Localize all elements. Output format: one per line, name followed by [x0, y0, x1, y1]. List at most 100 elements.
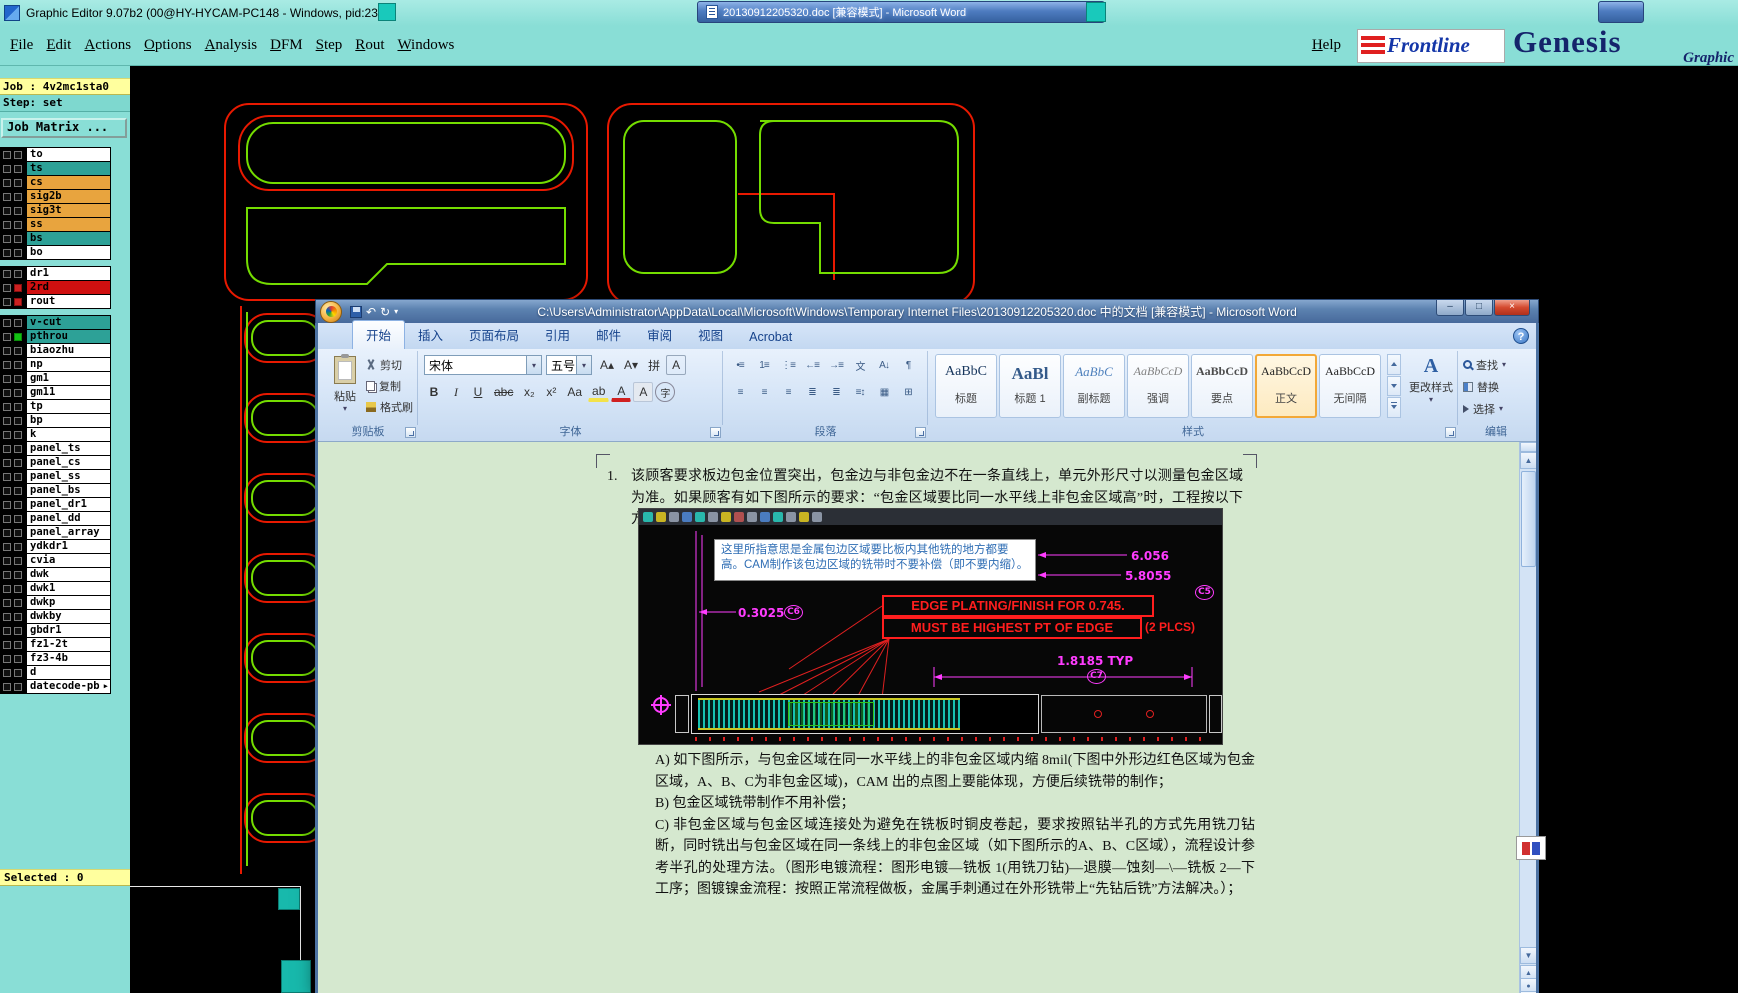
layer-row[interactable]: dr1: [0, 266, 111, 281]
layer-row[interactable]: v-cut: [0, 315, 111, 330]
layer-visibility-toggle[interactable]: [3, 500, 11, 509]
layer-row[interactable]: np: [0, 357, 111, 372]
paragraph-tool-button[interactable]: ¶: [897, 355, 919, 375]
taskbar-word-item[interactable]: 20130912205320.doc [兼容模式] - Microsoft Wo…: [697, 1, 1105, 23]
paragraph-tool-button[interactable]: ←≡: [801, 355, 823, 375]
layer-name[interactable]: dr1: [26, 266, 111, 281]
layer-visibility-toggle[interactable]: [3, 374, 11, 383]
font-tool-button[interactable]: A▾: [620, 355, 642, 375]
font-style-button[interactable]: U: [468, 382, 488, 402]
ribbon-tab[interactable]: 插入: [405, 321, 456, 349]
layer-active-toggle[interactable]: [14, 374, 22, 383]
menu-item[interactable]: Options: [144, 37, 192, 54]
layer-name[interactable]: panel_cs: [26, 455, 111, 470]
layer-name[interactable]: ydkdr1: [26, 539, 111, 554]
layer-active-toggle[interactable]: [14, 472, 22, 481]
layer-row[interactable]: sig3t: [0, 203, 111, 218]
layer-visibility-toggle[interactable]: [3, 206, 11, 215]
layer-visibility-toggle[interactable]: [3, 682, 11, 691]
font-dialog-launcher[interactable]: [710, 427, 721, 438]
layer-visibility-toggle[interactable]: [3, 248, 11, 257]
layer-active-toggle[interactable]: [14, 206, 22, 215]
layer-row[interactable]: to: [0, 147, 111, 162]
save-icon[interactable]: [350, 305, 362, 318]
font-style-button[interactable]: A: [611, 382, 632, 402]
layer-name[interactable]: bp: [26, 413, 111, 428]
layer-row[interactable]: bs: [0, 231, 111, 246]
layer-visibility-toggle[interactable]: [3, 556, 11, 565]
job-matrix-button[interactable]: Job Matrix ...: [1, 118, 127, 138]
font-style-button[interactable]: 字: [655, 382, 676, 402]
taskbar-minimized-icon-2[interactable]: [1086, 2, 1106, 22]
layer-active-toggle[interactable]: [14, 360, 22, 369]
layer-row[interactable]: biaozhu: [0, 343, 111, 358]
layer-active-toggle[interactable]: [14, 164, 22, 173]
font-style-button[interactable]: x²: [541, 382, 561, 402]
layer-row[interactable]: bp: [0, 413, 111, 428]
layer-name[interactable]: panel_dr1: [26, 497, 111, 512]
layer-visibility-toggle[interactable]: [3, 269, 11, 278]
layer-active-toggle[interactable]: [14, 248, 22, 257]
layer-visibility-toggle[interactable]: [3, 472, 11, 481]
layer-name[interactable]: sig3t: [26, 203, 111, 218]
ribbon-tab[interactable]: 邮件: [583, 321, 634, 349]
layer-row[interactable]: gbdr1: [0, 623, 111, 638]
layer-visibility-toggle[interactable]: [3, 178, 11, 187]
layer-row[interactable]: panel_cs: [0, 455, 111, 470]
layer-row[interactable]: d: [0, 665, 111, 680]
layer-row[interactable]: sig2b: [0, 189, 111, 204]
style-preset[interactable]: AaBbC 副标题: [1063, 354, 1125, 418]
layer-visibility-toggle[interactable]: [3, 388, 11, 397]
layer-name[interactable]: panel_dd: [26, 511, 111, 526]
layer-name[interactable]: cs: [26, 175, 111, 190]
layer-visibility-toggle[interactable]: [3, 584, 11, 593]
redo-icon[interactable]: ↻: [380, 305, 390, 319]
undo-icon[interactable]: ↶: [366, 305, 376, 319]
layer-active-toggle[interactable]: [14, 640, 22, 649]
layer-name[interactable]: gm1: [26, 371, 111, 386]
layer-name[interactable]: dwkby: [26, 609, 111, 624]
find-button[interactable]: 查找 ▾: [1463, 356, 1506, 373]
paragraph-tool-button[interactable]: 文: [849, 355, 871, 375]
paragraph-align-button[interactable]: ≡: [729, 382, 751, 402]
layer-row[interactable]: cvia: [0, 553, 111, 568]
layer-active-toggle[interactable]: [14, 192, 22, 201]
layer-active-toggle[interactable]: [14, 416, 22, 425]
layer-name[interactable]: panel_ts: [26, 441, 111, 456]
layer-name[interactable]: fz3-4b: [26, 651, 111, 666]
layer-row[interactable]: panel_ts: [0, 441, 111, 456]
layer-name[interactable]: biaozhu: [26, 343, 111, 358]
font-size-combo[interactable]: 五号 ▾: [546, 355, 592, 375]
layer-active-toggle[interactable]: [14, 444, 22, 453]
layer-visibility-toggle[interactable]: [3, 598, 11, 607]
font-style-button[interactable]: ab: [588, 382, 610, 402]
font-name-dropdown-icon[interactable]: ▾: [526, 356, 541, 374]
layer-row[interactable]: cs: [0, 175, 111, 190]
layer-name[interactable]: tp: [26, 399, 111, 414]
style-preset[interactable]: AaBbC 标题: [935, 354, 997, 418]
font-name-combo[interactable]: 宋体 ▾: [424, 355, 542, 375]
layer-name[interactable]: gm11: [26, 385, 111, 400]
change-styles-button[interactable]: A 更改样式 ▾: [1406, 353, 1456, 423]
font-size-dropdown-icon[interactable]: ▾: [576, 356, 591, 374]
split-handle[interactable]: [1520, 442, 1537, 452]
style-preset[interactable]: AaBl 标题 1: [999, 354, 1061, 418]
layer-active-toggle[interactable]: [14, 234, 22, 243]
layer-visibility-toggle[interactable]: [3, 458, 11, 467]
layer-row[interactable]: tp: [0, 399, 111, 414]
paragraph-align-button[interactable]: ≡↕: [849, 382, 871, 402]
layer-row[interactable]: ts: [0, 161, 111, 176]
layer-name[interactable]: gbdr1: [26, 623, 111, 638]
ribbon-tab[interactable]: 引用: [532, 321, 583, 349]
layer-visibility-toggle[interactable]: [3, 283, 11, 292]
layer-active-toggle[interactable]: [14, 150, 22, 159]
style-preset[interactable]: AaBbCcD 要点: [1191, 354, 1253, 418]
layer-name[interactable]: d: [26, 665, 111, 680]
format-painter-button[interactable]: 格式刷: [366, 398, 413, 415]
layer-visibility-toggle[interactable]: [3, 402, 11, 411]
layer-active-toggle[interactable]: [14, 682, 22, 691]
paragraph-align-button[interactable]: ⊞: [897, 382, 919, 402]
layer-row[interactable]: panel_dd: [0, 511, 111, 526]
layer-active-toggle[interactable]: [14, 528, 22, 537]
font-style-button[interactable]: B: [424, 382, 444, 402]
